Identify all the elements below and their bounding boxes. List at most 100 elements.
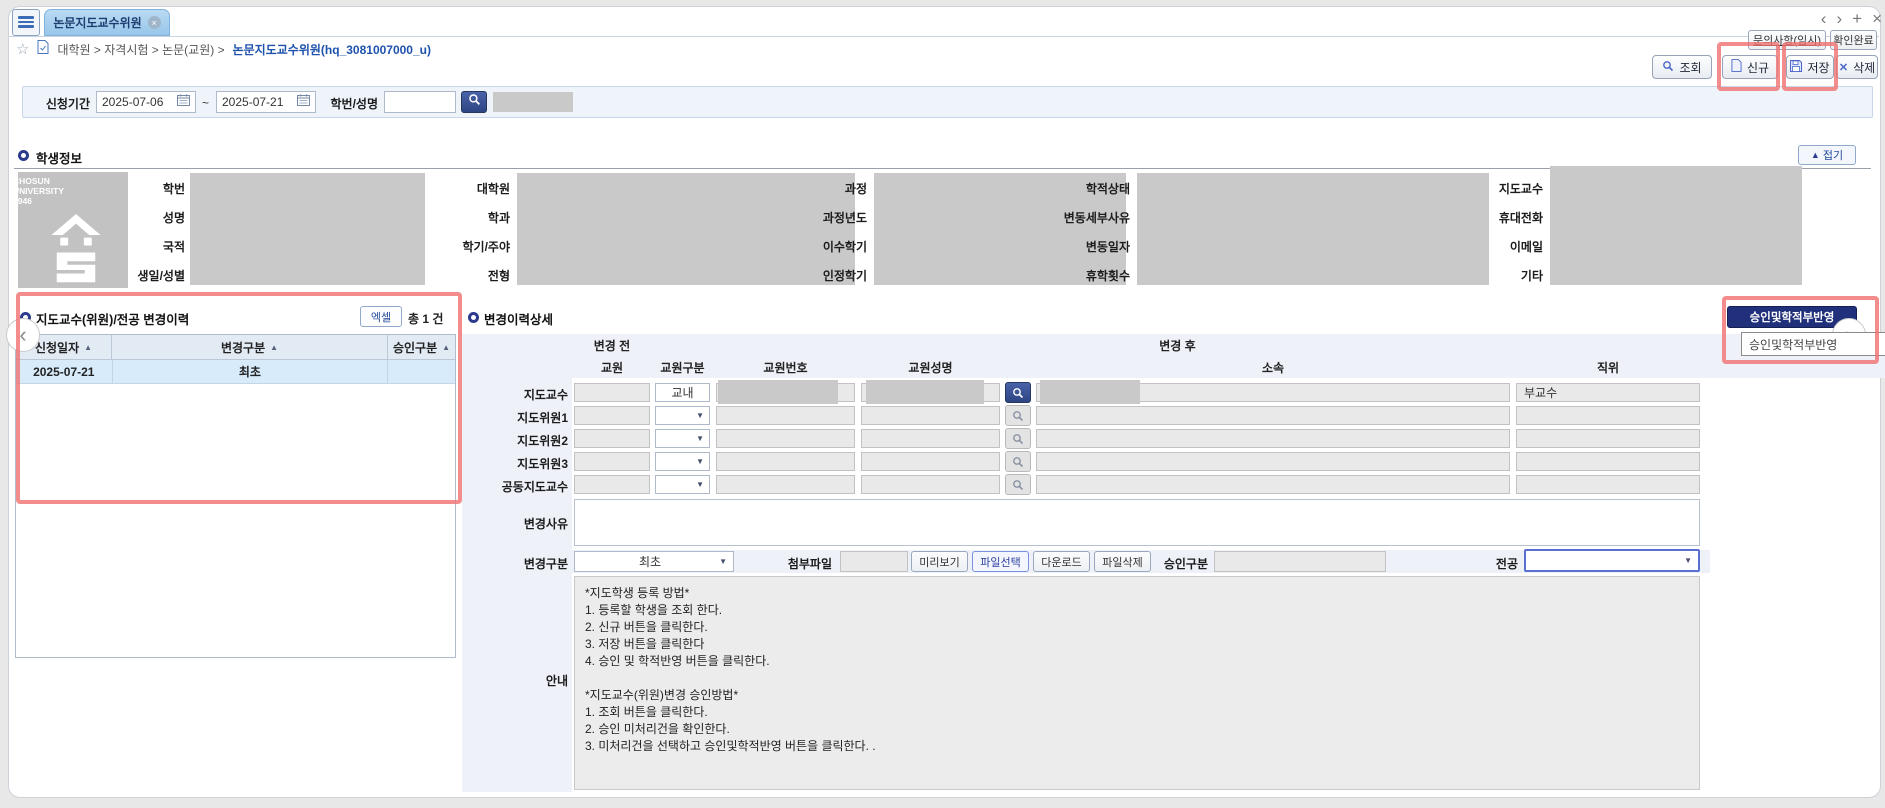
col-header-affiliation: 소속 xyxy=(1036,356,1510,378)
file-select-button[interactable]: 파일선택 xyxy=(972,551,1029,572)
preview-button[interactable]: 미리보기 xyxy=(911,551,968,572)
photo-text-line3: 1946 xyxy=(18,196,128,206)
nav-back-icon[interactable]: ‹ xyxy=(1821,9,1827,29)
document-icon xyxy=(37,40,49,59)
download-button[interactable]: 다운로드 xyxy=(1033,551,1090,572)
confirm-done-button-label: 확인완료 xyxy=(1833,32,1873,48)
search-icon xyxy=(468,93,481,111)
row-date-value: 2025-07-21 xyxy=(33,365,94,379)
chevron-down-icon: ▼ xyxy=(696,434,704,443)
hamburger-menu-icon[interactable] xyxy=(12,9,40,36)
date-from-field[interactable]: 2025-07-06 xyxy=(96,91,196,113)
member3-lookup-button[interactable] xyxy=(1005,451,1031,472)
member2-name-field[interactable] xyxy=(861,429,1000,448)
nav-forward-icon[interactable]: › xyxy=(1836,9,1842,29)
member3-affiliation-field[interactable] xyxy=(1036,452,1510,471)
member1-affiliation-field[interactable] xyxy=(1036,406,1510,425)
row-type-cell: 최초 xyxy=(113,360,389,383)
row-label-advisor: 지도교수 xyxy=(448,386,568,403)
add-tab-icon[interactable]: + xyxy=(1852,9,1862,29)
column-header-approval[interactable]: 승인구분 ▲ xyxy=(388,335,455,360)
member1-faculty-field[interactable] xyxy=(574,406,650,425)
member2-faculty-field[interactable] xyxy=(574,429,650,448)
advisor-lookup-button[interactable] xyxy=(1005,382,1031,403)
major-dropdown[interactable]: ▼ xyxy=(1524,549,1700,572)
member1-no-field[interactable] xyxy=(716,406,855,425)
save-button[interactable]: 저장 xyxy=(1786,55,1834,79)
field-label: 과정 xyxy=(757,180,867,197)
panel-collapse-left-chevron[interactable]: ‹ xyxy=(6,318,40,352)
collapse-button[interactable]: ▲ 접기 xyxy=(1798,145,1856,165)
screen: 논문지도교수위원 × ‹ › + × ☆ 대학원 > 자격시험 > 논문(교원)… xyxy=(0,0,1885,808)
member3-position-field[interactable] xyxy=(1516,452,1700,471)
inquiry-button[interactable]: 문의사항(임시) xyxy=(1748,30,1826,50)
reason-textarea[interactable] xyxy=(574,499,1700,546)
close-window-icon[interactable]: × xyxy=(1872,9,1882,29)
new-button[interactable]: 신규 xyxy=(1722,55,1778,79)
field-label: 지도교수 xyxy=(1433,180,1543,197)
major-label: 전공 xyxy=(1488,555,1518,572)
preview-button-label: 미리보기 xyxy=(919,554,959,570)
member3-faculty-field[interactable] xyxy=(574,452,650,471)
history-section-title: 지도교수(위원)/전공 변경이력 xyxy=(36,309,189,328)
col-header-faculty-no: 교원번호 xyxy=(716,356,855,378)
member3-no-field[interactable] xyxy=(716,452,855,471)
sort-asc-icon[interactable]: ▲ xyxy=(442,343,450,352)
coadvisor-affiliation-field[interactable] xyxy=(1036,475,1510,494)
group-header-before: 변경 전 xyxy=(574,334,650,356)
new-document-icon xyxy=(1731,59,1742,75)
coadvisor-name-field[interactable] xyxy=(861,475,1000,494)
field-label: 학기/주야 xyxy=(400,238,510,255)
confirm-done-button[interactable]: 확인완료 xyxy=(1830,30,1877,50)
filter-search-button[interactable] xyxy=(461,91,487,113)
member1-position-field[interactable] xyxy=(1516,406,1700,425)
redacted-value-block xyxy=(1040,380,1140,404)
search-button[interactable]: 조회 xyxy=(1652,55,1712,79)
advisor-faculty-field[interactable] xyxy=(574,383,650,402)
advisor-position-field[interactable]: 부교수 xyxy=(1516,383,1700,402)
redacted-value-block xyxy=(718,380,838,404)
attach-file-field[interactable] xyxy=(840,551,908,572)
delete-button[interactable]: ✕ 삭제 xyxy=(1836,55,1878,79)
tab-close-icon[interactable]: × xyxy=(148,16,161,29)
search-button-label: 조회 xyxy=(1679,59,1701,76)
favorite-star-icon[interactable]: ☆ xyxy=(16,40,29,58)
file-delete-button[interactable]: 파일삭제 xyxy=(1094,551,1151,572)
calendar-icon[interactable] xyxy=(177,93,190,111)
approval-type-label: 승인구분 xyxy=(1150,555,1208,572)
sort-asc-icon[interactable]: ▲ xyxy=(270,343,278,352)
coadvisor-faculty-field[interactable] xyxy=(574,475,650,494)
member3-type-dropdown[interactable]: ▼ xyxy=(655,452,710,471)
sort-asc-icon[interactable]: ▲ xyxy=(84,343,92,352)
member3-name-field[interactable] xyxy=(861,452,1000,471)
approval-type-field xyxy=(1214,551,1386,572)
coadvisor-position-field[interactable] xyxy=(1516,475,1700,494)
field-label: 인정학기 xyxy=(757,267,867,284)
member2-affiliation-field[interactable] xyxy=(1036,429,1510,448)
member2-position-field[interactable] xyxy=(1516,429,1700,448)
breadcrumb-path[interactable]: 대학원 > 자격시험 > 논문(교원) > xyxy=(57,41,224,58)
member1-name-field[interactable] xyxy=(861,406,1000,425)
row-label-coadvisor: 공동지도교수 xyxy=(448,478,568,495)
row-date-cell: 2025-07-21 xyxy=(16,360,113,383)
advisor-faculty-type-field[interactable]: 교내 xyxy=(655,383,710,402)
member2-lookup-button[interactable] xyxy=(1005,428,1031,449)
member2-type-dropdown[interactable]: ▼ xyxy=(655,429,710,448)
coadvisor-lookup-button[interactable] xyxy=(1005,474,1031,495)
id-name-input[interactable] xyxy=(384,91,456,113)
coadvisor-type-dropdown[interactable]: ▼ xyxy=(655,475,710,494)
delete-button-label: 삭제 xyxy=(1853,59,1875,76)
change-type-dropdown[interactable]: 최초 ▼ xyxy=(574,551,734,572)
member1-lookup-button[interactable] xyxy=(1005,405,1031,426)
member1-type-dropdown[interactable]: ▼ xyxy=(655,406,710,425)
table-row[interactable]: 2025-07-21 최초 xyxy=(16,360,455,384)
redacted-student-value xyxy=(493,92,573,112)
column-header-change-type[interactable]: 변경구분▲ xyxy=(112,335,388,360)
row-type-value: 최초 xyxy=(239,363,261,380)
tab-thesis-advisor[interactable]: 논문지도교수위원 × xyxy=(44,9,170,36)
coadvisor-no-field[interactable] xyxy=(716,475,855,494)
column-header-label: 승인구분 xyxy=(393,339,437,356)
member2-no-field[interactable] xyxy=(716,429,855,448)
inquiry-button-label: 문의사항(임시) xyxy=(1753,32,1821,48)
excel-button[interactable]: 엑셀 xyxy=(360,306,402,327)
